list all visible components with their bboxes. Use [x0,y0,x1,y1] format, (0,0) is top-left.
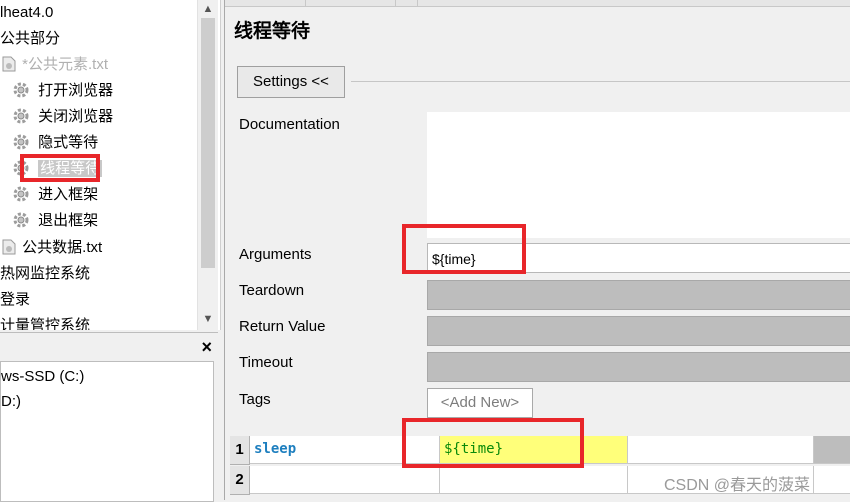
gear-icon [12,185,30,203]
arguments-label: Arguments [239,246,312,263]
file-icon [2,239,16,255]
argument-cell[interactable]: ${time} [440,436,628,464]
tree-item-resource-file[interactable]: *公共元素.txt [2,53,108,77]
gear-icon [12,211,30,229]
gear-icon [12,159,30,177]
tags-label: Tags [239,391,271,408]
tree-vertical-scrollbar[interactable]: ▲ ▼ [197,0,218,330]
page-title: 线程等待 [234,21,311,42]
tree-item-keyword[interactable]: 进入框架 [12,183,98,207]
tree-item-label: 公共数据.txt [22,239,103,256]
settings-toggle-button[interactable]: Settings << [237,66,345,98]
table-row: 1 sleep ${time} [230,436,850,465]
gear-icon [12,81,30,99]
timeout-label: Timeout [239,354,293,371]
editor-tab-strip [225,0,850,7]
file-browser-list: ws-SSD (C:) D:) [0,361,214,502]
tree-item-label: 公共部分 [0,30,61,47]
row-number[interactable]: 2 [230,466,250,495]
empty-cell[interactable] [814,436,850,464]
tree-item-label: 登录 [0,291,31,308]
drive-item[interactable]: ws-SSD (C:) [1,366,84,388]
test-tree-panel: lheat4.0 公共部分 *公共元素.txt 打开浏览器 关闭浏览器 隐式等待… [0,0,221,330]
tree-item-folder[interactable]: 热网监控系统 [0,262,90,286]
drive-label: ws-SSD (C:) [1,368,85,385]
documentation-label: Documentation [239,116,340,133]
keyword-cell[interactable] [250,466,440,494]
editor-tab[interactable] [225,0,306,6]
watermark: CSDN @春天的菠菜 [664,477,811,494]
tree-item-label: lheat4.0 [0,4,54,21]
drive-item[interactable]: D:) [1,391,21,413]
tree-item-label: 热网监控系统 [0,265,91,282]
tree-item-folder[interactable]: 计量管控系统 [0,314,90,330]
teardown-label: Teardown [239,282,305,299]
keyword-cell[interactable]: sleep [250,436,440,464]
tree-item-label: 计量管控系统 [0,317,91,330]
editor-tab[interactable] [395,0,418,6]
settings-divider [351,81,850,82]
add-new-tag-button[interactable]: <Add New> [427,388,533,418]
file-browser-header: × [0,332,218,361]
arguments-field[interactable]: ${time} [427,243,850,273]
drive-label: D:) [1,393,21,410]
close-icon[interactable]: × [201,336,212,358]
teardown-field[interactable] [427,280,850,310]
gear-icon [12,133,30,151]
tree-item-folder[interactable]: 公共部分 [0,27,60,51]
return-value-field[interactable] [427,316,850,346]
gear-icon [12,107,30,125]
tree-item-resource-file[interactable]: 公共数据.txt [2,236,102,260]
timeout-field[interactable] [427,352,850,382]
tree-item-folder[interactable]: 登录 [0,288,30,312]
tree-item-keyword-selected[interactable]: 线程等待 [12,157,103,181]
tree-item-keyword[interactable]: 打开浏览器 [12,79,113,103]
tree-item-keyword[interactable]: 隐式等待 [12,131,98,155]
tree-item-label: 进入框架 [38,186,99,203]
keyword-editor: 线程等待 Settings << Documentation Arguments… [224,0,850,500]
tree-item-label: 线程等待 [38,160,103,177]
editor-tab[interactable] [305,0,396,6]
argument-cell[interactable] [440,466,628,494]
return-value-label: Return Value [239,318,326,335]
tree-item-label: 关闭浏览器 [38,108,114,125]
tree-item-label: *公共元素.txt [22,56,109,73]
tree-item-keyword[interactable]: 退出框架 [12,209,98,233]
tree-item-label: 隐式等待 [38,134,99,151]
scrollbar-thumb[interactable] [201,18,215,268]
tree-item-keyword[interactable]: 关闭浏览器 [12,105,113,129]
tree-item-label: 打开浏览器 [38,82,114,99]
scroll-down-arrow-icon[interactable]: ▼ [198,310,218,328]
empty-cell[interactable] [628,436,814,464]
file-icon [2,56,16,72]
tree-item-label: 退出框架 [38,212,99,229]
scroll-up-arrow-icon[interactable]: ▲ [198,0,218,18]
documentation-textarea[interactable] [427,112,850,238]
tree-item-project[interactable]: lheat4.0 [0,1,53,25]
row-number[interactable]: 1 [230,436,250,465]
empty-cell[interactable] [814,466,850,494]
arguments-value: ${time} [432,251,476,267]
